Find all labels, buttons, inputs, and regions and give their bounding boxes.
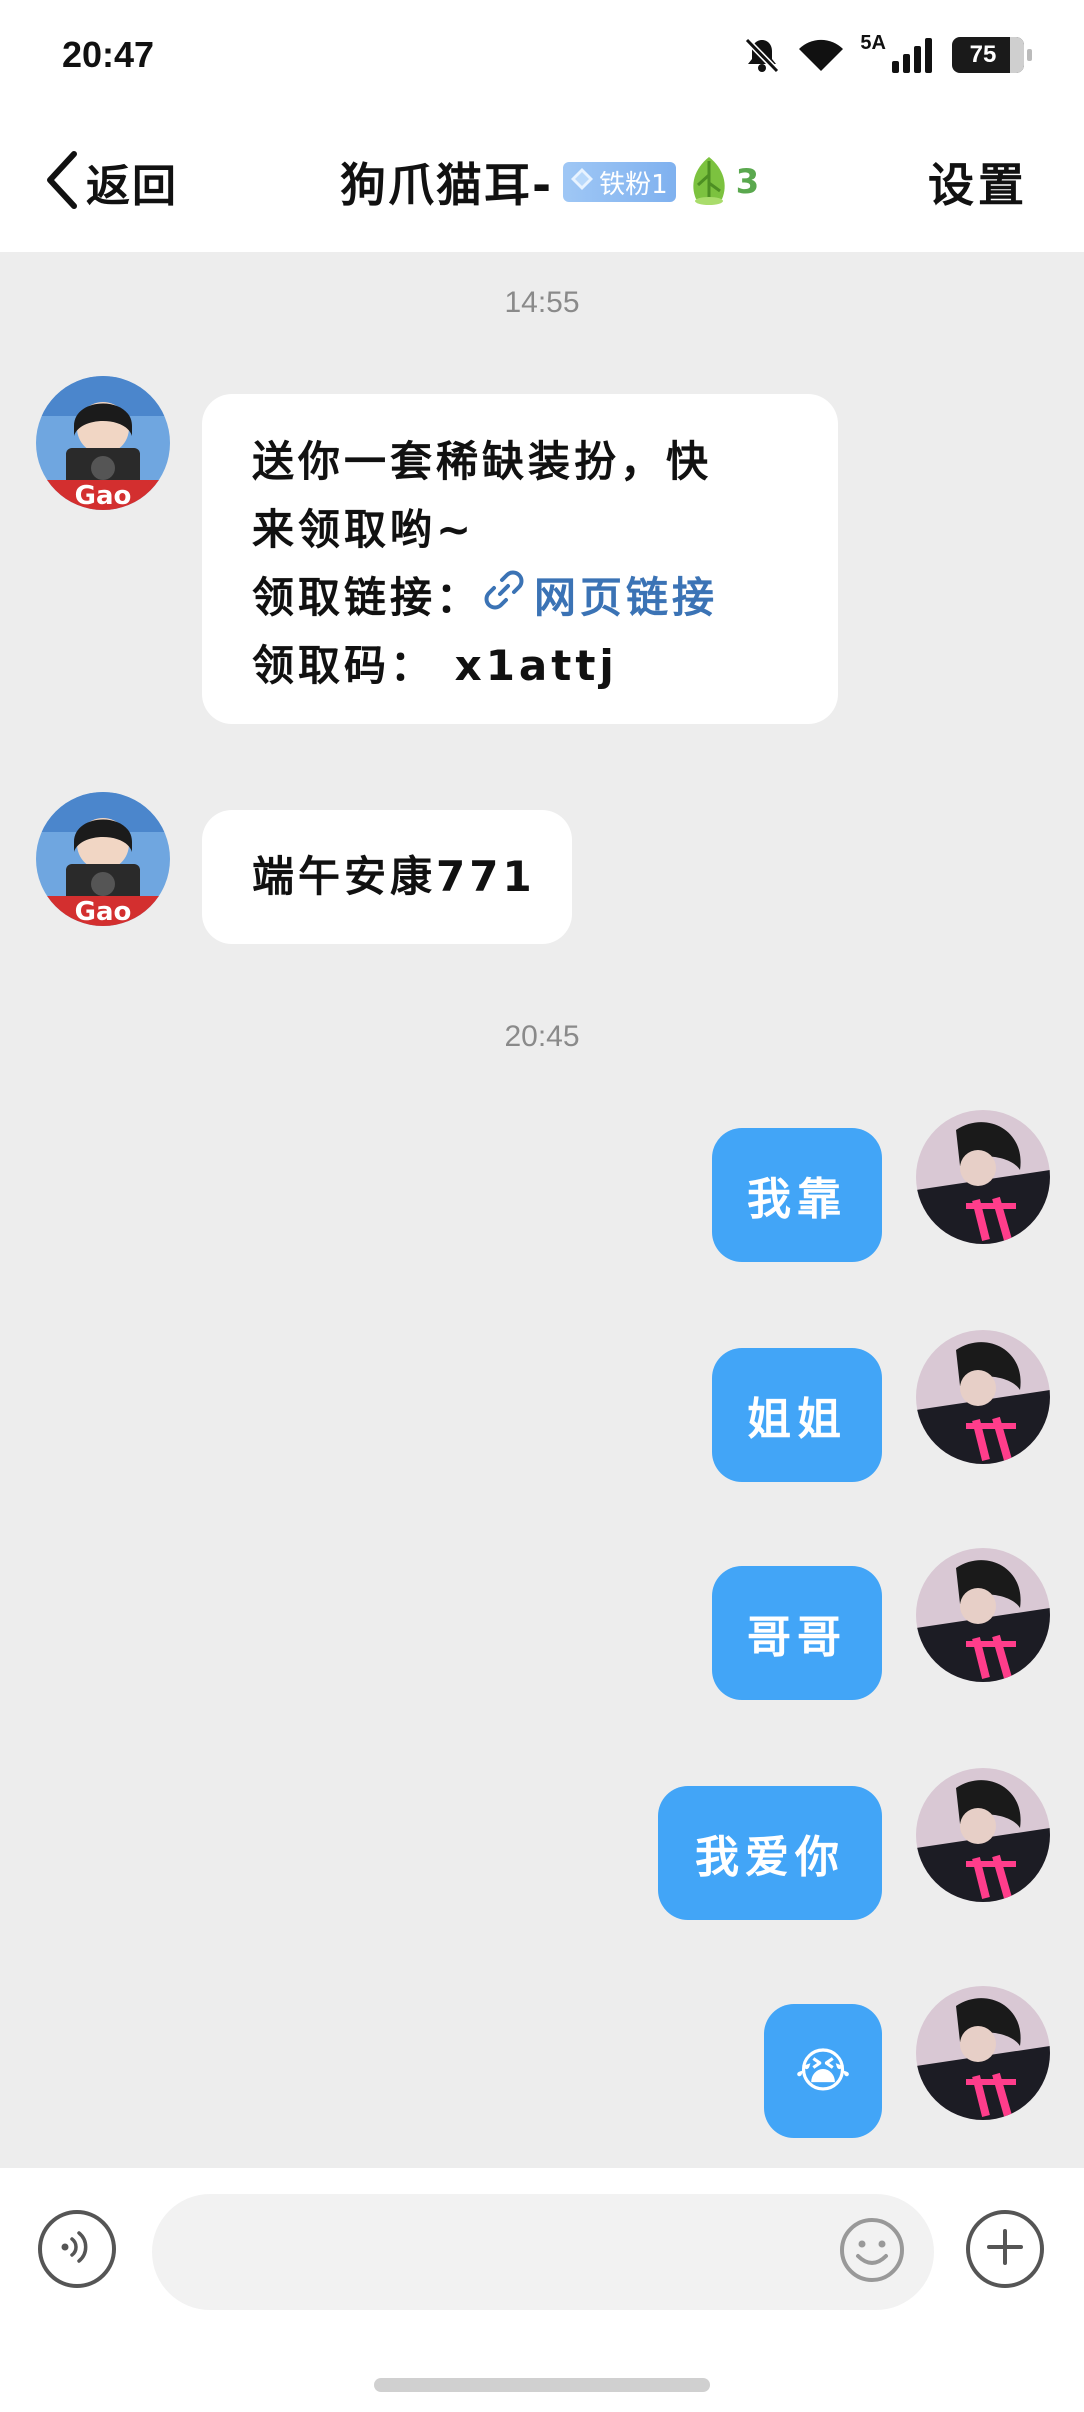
- message-text: 哥哥: [747, 1612, 847, 1663]
- message-input[interactable]: [152, 2194, 934, 2310]
- status-bar: 20:47 5A 75: [0, 0, 1084, 112]
- message-text: 我爱你: [695, 1832, 845, 1883]
- my-avatar[interactable]: [916, 1768, 1050, 1902]
- contact-avatar[interactable]: Gao: [36, 792, 170, 926]
- wifi-icon: [796, 35, 846, 75]
- battery-level: 75: [969, 41, 997, 68]
- my-avatar[interactable]: [916, 1548, 1050, 1682]
- back-button[interactable]: 返回: [44, 148, 178, 216]
- outgoing-emoji-bubble[interactable]: 😭: [764, 2004, 882, 2138]
- incoming-message-bubble[interactable]: 端午安康771: [202, 810, 572, 944]
- contact-avatar[interactable]: Gao: [36, 376, 170, 510]
- chevron-left-icon: [44, 150, 80, 214]
- diamond-icon: [569, 166, 595, 199]
- contact-name: 狗爪猫耳-: [340, 158, 554, 212]
- outgoing-message-bubble[interactable]: 哥哥: [712, 1566, 882, 1700]
- status-time: 20:47: [62, 34, 155, 75]
- crying-face-emoji: 😭: [794, 2043, 852, 2099]
- message-text: 姐姐: [747, 1394, 847, 1445]
- plus-icon: [983, 2225, 1027, 2273]
- voice-button[interactable]: [38, 2210, 116, 2288]
- claim-code: 领取码： x1attj: [252, 641, 618, 690]
- smiley-icon: [838, 2218, 906, 2288]
- svg-text:Gao: Gao: [75, 481, 132, 510]
- web-link-label: 网页链接: [534, 573, 719, 622]
- outgoing-message-bubble[interactable]: 我爱你: [658, 1786, 882, 1920]
- my-avatar[interactable]: [916, 1330, 1050, 1464]
- web-link[interactable]: 网页链接: [482, 564, 718, 632]
- fan-badge-label: 铁粉1: [599, 169, 668, 200]
- incoming-message-bubble[interactable]: 送你一套稀缺装扮，快 来领取哟~ 领取链接： 网页链接 领取码： x1attj: [202, 394, 838, 724]
- settings-button[interactable]: 设置: [928, 148, 1028, 216]
- status-icons: 5A 75: [742, 28, 1032, 82]
- home-indicator[interactable]: [374, 2378, 710, 2392]
- leaf-badge: 3: [686, 155, 760, 209]
- link-icon: [482, 564, 526, 632]
- bell-muted-icon: [742, 35, 782, 75]
- input-bar: [0, 2168, 1084, 2412]
- network-type: 5A: [860, 31, 886, 54]
- more-button[interactable]: [966, 2210, 1044, 2288]
- timestamp: 14:55: [504, 286, 580, 319]
- svg-text:Gao: Gao: [75, 897, 132, 926]
- emoji-button[interactable]: [838, 2216, 906, 2284]
- message-line: 来领取哟~: [252, 505, 476, 554]
- chat-header: 返回 狗爪猫耳- 铁粉1 3 设置: [0, 112, 1084, 252]
- message-line: 送你一套稀缺装扮，快: [252, 437, 713, 486]
- message-text: 端午安康771: [252, 852, 536, 901]
- voice-icon: [55, 2225, 99, 2273]
- chat-title[interactable]: 狗爪猫耳- 铁粉1 3: [340, 148, 759, 216]
- link-prefix: 领取链接：: [252, 573, 483, 622]
- battery-icon: 75: [952, 37, 1032, 73]
- zongzi-leaf-icon: [686, 155, 732, 209]
- back-label: 返回: [86, 161, 178, 212]
- my-avatar[interactable]: [916, 1110, 1050, 1244]
- timestamp: 20:45: [504, 1020, 580, 1053]
- signal-icon: [890, 35, 938, 75]
- my-avatar[interactable]: [916, 1986, 1050, 2120]
- message-text: 我靠: [747, 1174, 847, 1225]
- fan-badge: 铁粉1: [563, 162, 676, 202]
- link-row: 领取链接： 网页链接: [252, 564, 808, 632]
- leaf-count: 3: [735, 162, 760, 202]
- outgoing-message-bubble[interactable]: 姐姐: [712, 1348, 882, 1482]
- outgoing-message-bubble[interactable]: 我靠: [712, 1128, 882, 1262]
